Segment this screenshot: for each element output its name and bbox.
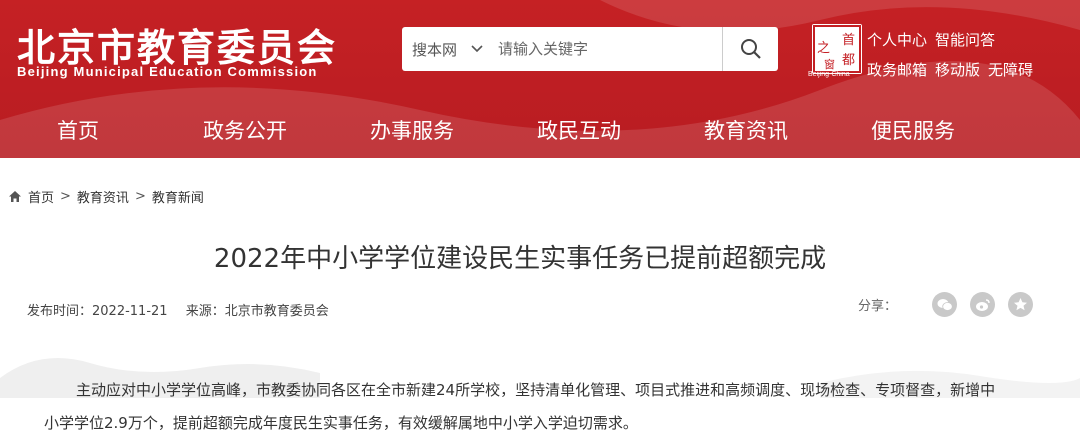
- nav-education-news[interactable]: 教育资讯: [704, 104, 788, 158]
- link-mobile[interactable]: 移动版: [935, 55, 980, 85]
- search-icon: [740, 39, 761, 59]
- search-input[interactable]: [492, 27, 722, 71]
- seal-char-1: 首: [842, 33, 855, 48]
- favorite-icon[interactable]: [1008, 292, 1034, 317]
- site-header: 北京市教育委员会 Beijing Municipal Education Com…: [0, 0, 1080, 158]
- breadcrumb: 首页 > 教育资讯 > 教育新闻: [8, 187, 204, 206]
- nav-public-services[interactable]: 便民服务: [871, 104, 955, 158]
- link-accessibility[interactable]: 无障碍: [988, 55, 1033, 85]
- top-links: 个人中心 智能问答 政务邮箱 移动版 无障碍: [867, 25, 1033, 85]
- breadcrumb-education-news[interactable]: 教育新闻: [152, 187, 204, 206]
- nav-home[interactable]: 首页: [57, 104, 99, 158]
- publish-date: 发布时间：2022-11-21: [27, 304, 168, 319]
- article-source: 来源：北京市教育委员会: [185, 304, 329, 319]
- share-label: 分享：: [858, 299, 898, 314]
- chevron-down-icon: [471, 45, 483, 53]
- seal-logo: 首 都 之 窗: [813, 25, 861, 73]
- seal-char-3: 之: [817, 41, 830, 56]
- article-meta: 发布时间：2022-11-21 来源：北京市教育委员会: [27, 300, 343, 319]
- wechat-icon[interactable]: [932, 292, 958, 317]
- seal-char-2: 都: [842, 53, 855, 68]
- breadcrumb-separator: >: [134, 189, 146, 204]
- main-nav: 首页 政务公开 办事服务 政民互动 教育资讯 便民服务: [0, 104, 1080, 158]
- link-smart-qa[interactable]: 智能问答: [935, 25, 995, 55]
- nav-gov-affairs[interactable]: 政务公开: [203, 104, 287, 158]
- search-bar: 搜本网: [402, 27, 778, 71]
- link-gov-mail[interactable]: 政务邮箱: [867, 55, 927, 85]
- breadcrumb-education-info[interactable]: 教育资讯: [77, 187, 129, 206]
- nav-services[interactable]: 办事服务: [370, 104, 454, 158]
- article-title: 2022年中小学学位建设民生实事任务已提前超额完成: [213, 244, 827, 274]
- weibo-icon[interactable]: [970, 292, 996, 317]
- breadcrumb-home[interactable]: 首页: [28, 187, 54, 206]
- seal-caption: Beijing-China: [808, 71, 850, 78]
- share-bar: 分享：: [858, 292, 1034, 317]
- nav-interaction[interactable]: 政民互动: [537, 104, 621, 158]
- article-body: 主动应对中小学学位高峰，市教委协同各区在全市新建24所学校，坚持清单化管理、项目…: [44, 381, 996, 432]
- search-scope-label: 搜本网: [412, 40, 458, 59]
- home-icon: [9, 191, 21, 202]
- breadcrumb-separator: >: [60, 189, 71, 204]
- search-scope-select[interactable]: 搜本网: [402, 39, 492, 60]
- search-button[interactable]: [722, 27, 778, 71]
- site-logo-en: Beijing Municipal Education Commission: [17, 64, 318, 79]
- capital-window-seal[interactable]: 首 都 之 窗: [812, 24, 862, 74]
- link-personal-center[interactable]: 个人中心: [867, 25, 927, 55]
- seal-char-4: 窗: [824, 57, 835, 71]
